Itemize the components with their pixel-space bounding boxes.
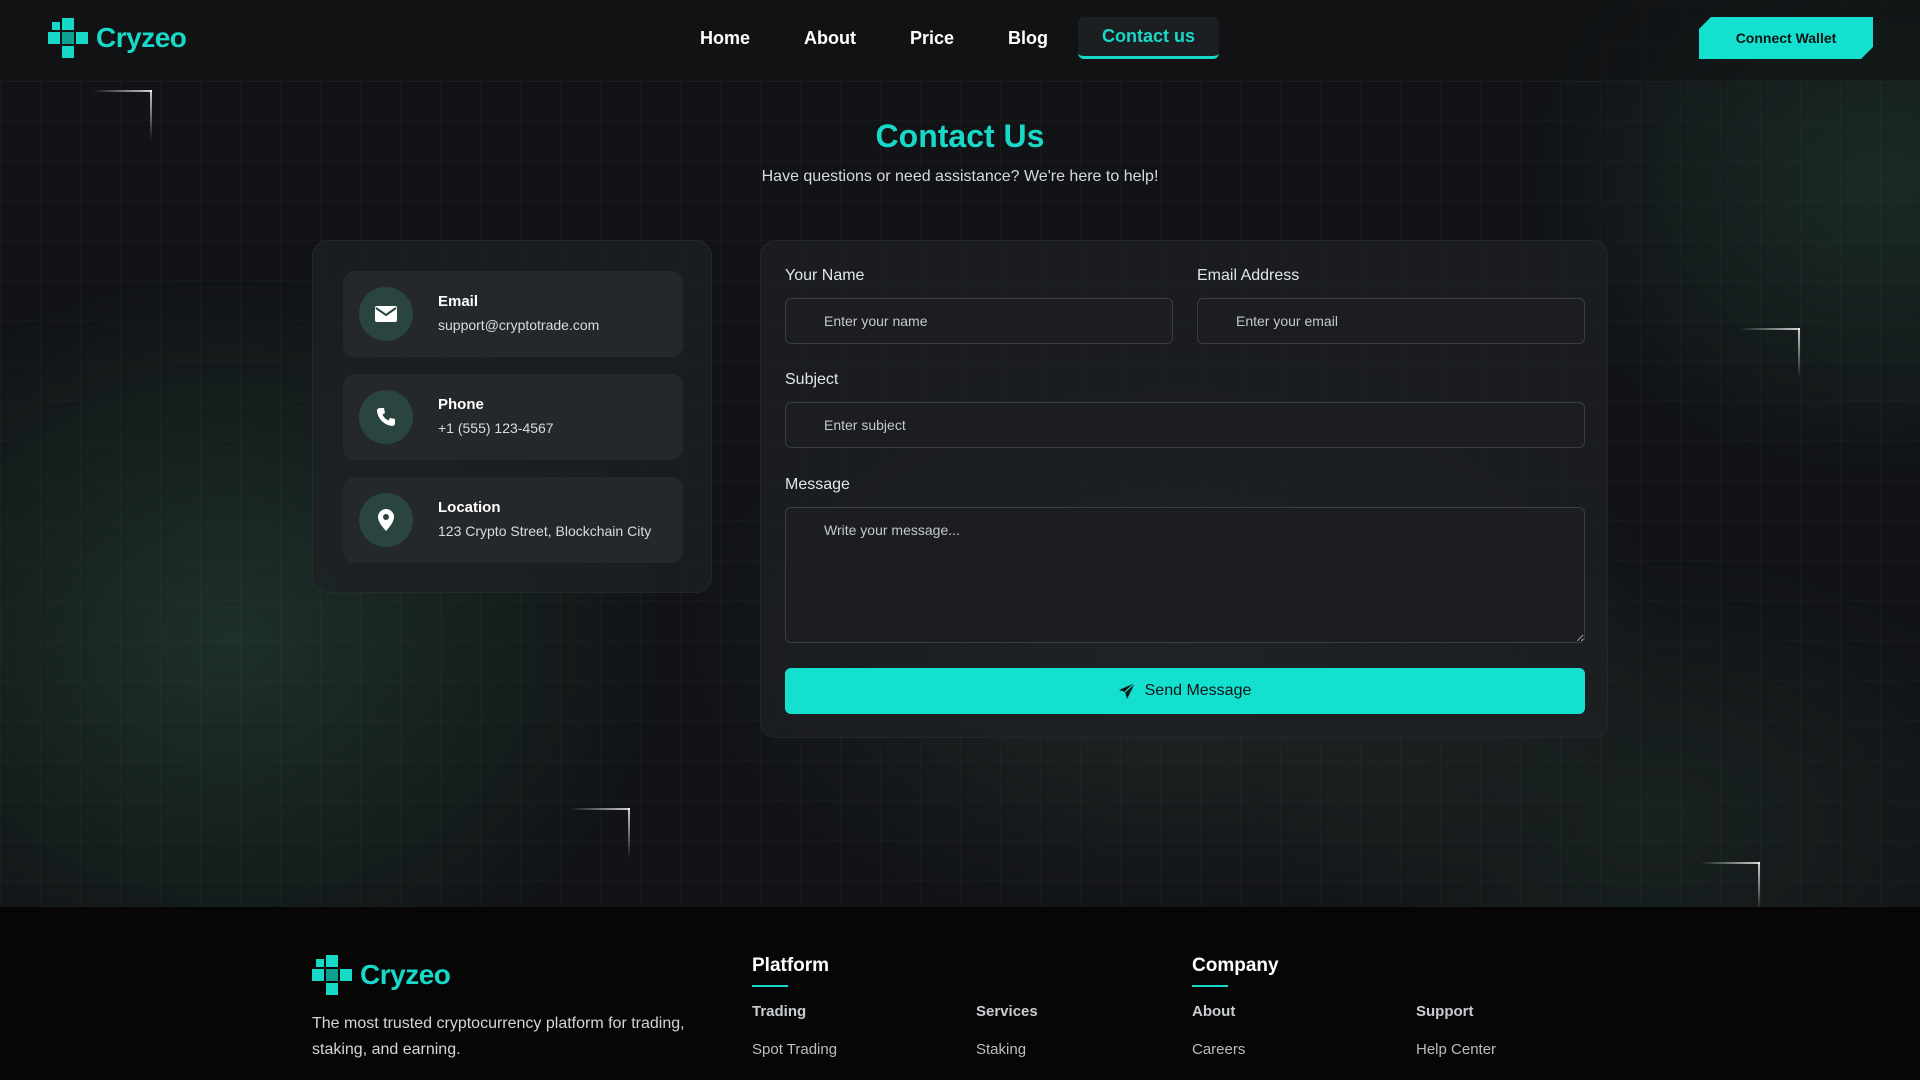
- paper-plane-icon: [1118, 683, 1135, 699]
- connect-wallet-button[interactable]: Connect Wallet: [1699, 17, 1873, 59]
- cross-logo-icon: [48, 18, 88, 58]
- name-label: Your Name: [785, 267, 865, 284]
- subject-input[interactable]: [785, 402, 1585, 448]
- contact-item-phone: Phone +1 (555) 123-4567: [343, 374, 683, 460]
- cross-logo-icon: [312, 955, 352, 995]
- footer-col-services: Services: [976, 1003, 1038, 1020]
- email-input[interactable]: [1197, 298, 1585, 344]
- main-nav: Home About Price Blog Contact us: [676, 17, 1220, 59]
- message-textarea[interactable]: [785, 507, 1585, 643]
- nav-blog[interactable]: Blog: [984, 17, 1072, 59]
- brand-name: Cryzeo: [96, 22, 187, 53]
- email-label: Email Address: [1197, 267, 1300, 284]
- phone-icon: [359, 390, 413, 444]
- nav-about[interactable]: About: [780, 17, 880, 59]
- sparkle-decoration: [570, 808, 630, 868]
- footer-description: The most trusted cryptocurrency platform…: [312, 1015, 685, 1058]
- contact-form: Your Name Email Address Subject Message …: [760, 240, 1608, 738]
- contact-info-card: Email support@cryptotrade.com Phone +1 (…: [312, 240, 712, 593]
- footer-link-help-center[interactable]: Help Center: [1416, 1041, 1496, 1058]
- send-message-button[interactable]: Send Message: [785, 668, 1585, 714]
- send-message-label: Send Message: [1144, 682, 1252, 699]
- envelope-icon: [359, 287, 413, 341]
- page-title: Contact Us: [875, 118, 1045, 154]
- footer-link-spot-trading[interactable]: Spot Trading: [752, 1041, 837, 1058]
- nav-price[interactable]: Price: [886, 17, 978, 59]
- message-label: Message: [785, 476, 850, 493]
- contact-label: Email: [438, 293, 479, 310]
- brand-logo[interactable]: Cryzeo: [48, 18, 187, 58]
- footer-col-trading: Trading: [752, 1003, 807, 1020]
- contact-item-email: Email support@cryptotrade.com: [343, 271, 683, 357]
- contact-value[interactable]: +1 (555) 123-4567: [438, 420, 554, 436]
- nav-home[interactable]: Home: [676, 17, 774, 59]
- top-navbar: Cryzeo Home About Price Blog Contact us …: [0, 0, 1920, 82]
- contact-label: Phone: [438, 396, 484, 413]
- footer-heading-company: Company: [1192, 955, 1279, 987]
- footer-link-careers[interactable]: Careers: [1192, 1041, 1245, 1058]
- name-input[interactable]: [785, 298, 1173, 344]
- nav-contact-us[interactable]: Contact us: [1078, 17, 1220, 59]
- page-subtitle: Have questions or need assistance? We're…: [761, 168, 1159, 185]
- footer-col-support: Support: [1416, 1003, 1474, 1020]
- footer-col-about: About: [1192, 1003, 1236, 1020]
- map-pin-icon: [359, 493, 413, 547]
- footer-heading-platform: Platform: [752, 955, 830, 987]
- subject-label: Subject: [785, 371, 839, 388]
- footer-brand-name: Cryzeo: [360, 959, 451, 990]
- footer: Cryzeo The most trusted cryptocurrency p…: [0, 907, 1920, 1080]
- contact-value[interactable]: support@cryptotrade.com: [438, 317, 599, 333]
- contact-item-location: Location 123 Crypto Street, Blockchain C…: [343, 477, 683, 563]
- contact-label: Location: [438, 499, 501, 516]
- sparkle-decoration: [1740, 328, 1800, 388]
- footer-brand-logo[interactable]: Cryzeo: [312, 955, 451, 995]
- footer-link-staking[interactable]: Staking: [976, 1041, 1026, 1058]
- contact-value: 123 Crypto Street, Blockchain City: [438, 523, 652, 539]
